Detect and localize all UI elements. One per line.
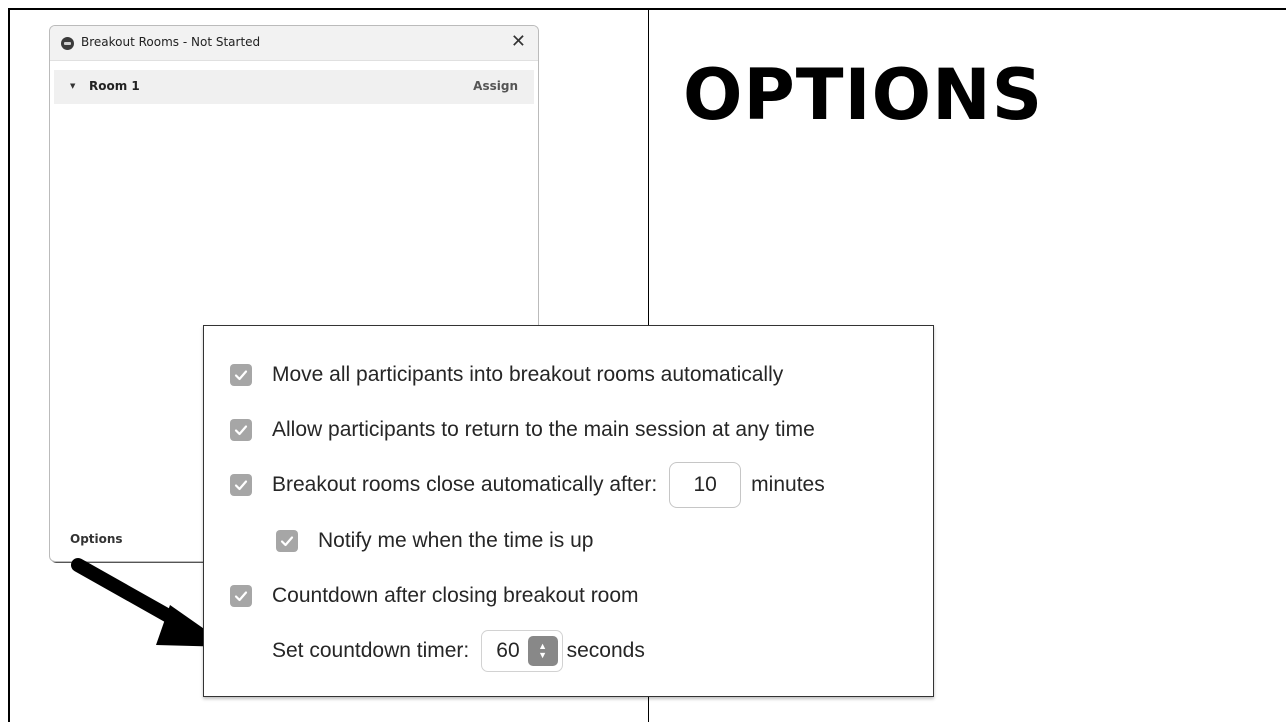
option-label: Breakout rooms close automatically after… bbox=[272, 473, 658, 496]
options-panel: Move all participants into breakout room… bbox=[203, 325, 934, 697]
seconds-unit: seconds bbox=[566, 639, 645, 662]
check-icon bbox=[234, 370, 248, 381]
option-label: Allow participants to return to the main… bbox=[272, 418, 815, 441]
option-notify: Notify me when the time is up bbox=[276, 529, 593, 553]
checkbox-notify[interactable] bbox=[276, 530, 298, 552]
zoom-logo-icon bbox=[61, 37, 74, 50]
checkbox-auto-close[interactable] bbox=[230, 474, 252, 496]
slide-frame-top bbox=[8, 8, 1286, 10]
checkbox-allow-return[interactable] bbox=[230, 419, 252, 441]
minutes-unit: minutes bbox=[751, 473, 825, 496]
options-button[interactable]: Options bbox=[70, 532, 123, 546]
assign-button[interactable]: Assign bbox=[473, 79, 518, 93]
option-label: Notify me when the time is up bbox=[318, 529, 594, 552]
window-titlebar: Breakout Rooms - Not Started ✕ bbox=[50, 26, 538, 61]
close-icon[interactable]: ✕ bbox=[511, 31, 526, 53]
stepper-arrows-icon[interactable]: ▲ ▼ bbox=[527, 636, 558, 666]
check-icon bbox=[234, 480, 248, 491]
window-title: Breakout Rooms - Not Started bbox=[81, 35, 261, 49]
option-allow-return: Allow participants to return to the main… bbox=[230, 418, 815, 442]
slide-heading: OPTIONS bbox=[683, 54, 1044, 136]
chevron-down-icon[interactable]: ▼ bbox=[70, 82, 75, 90]
close-minutes-input[interactable]: 10 bbox=[669, 462, 742, 508]
check-icon bbox=[234, 425, 248, 436]
option-countdown: Countdown after closing breakout room bbox=[230, 584, 639, 608]
option-countdown-timer: Set countdown timer: 60 ▲ ▼ seconds bbox=[272, 630, 645, 672]
countdown-timer-value: 60 bbox=[496, 639, 520, 662]
check-icon bbox=[280, 536, 294, 547]
option-label: Set countdown timer: bbox=[272, 639, 470, 662]
option-label: Move all participants into breakout room… bbox=[272, 363, 784, 386]
option-auto-close: Breakout rooms close automatically after… bbox=[230, 462, 825, 508]
checkbox-countdown[interactable] bbox=[230, 585, 252, 607]
option-label: Countdown after closing breakout room bbox=[272, 584, 639, 607]
countdown-timer-select[interactable]: 60 ▲ ▼ bbox=[481, 630, 563, 672]
slide-frame-left bbox=[8, 8, 10, 722]
room-row[interactable]: ▼ Room 1 Assign bbox=[54, 70, 534, 104]
option-move-all: Move all participants into breakout room… bbox=[230, 363, 783, 387]
checkbox-move-all[interactable] bbox=[230, 364, 252, 386]
room-name: Room 1 bbox=[89, 79, 140, 93]
check-icon bbox=[234, 591, 248, 602]
